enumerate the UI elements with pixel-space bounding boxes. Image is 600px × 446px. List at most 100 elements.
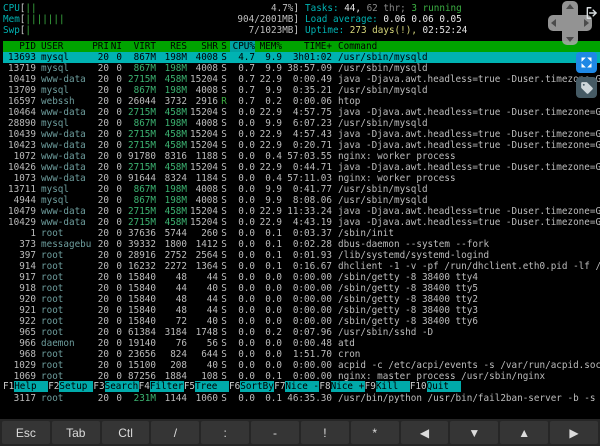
exit-session-button[interactable] (585, 5, 599, 19)
column-header-shr[interactable]: SHR (187, 41, 218, 52)
key-arrow-down[interactable]: ▼ (450, 421, 499, 444)
process-row[interactable]: 28890 mysql 20 0 867M 198M 4008 S 0.0 9.9 6:07.23 /… (3, 118, 600, 129)
fkey-number: F7 (274, 381, 286, 392)
cell-res: 198M (164, 195, 187, 206)
process-row[interactable]: 918 root 20 0 15840 44 40 S 0.0 0.0 0:00.00/sbin/g… (3, 283, 600, 294)
process-row[interactable]: 1 root 20 0 37636 5744 260 S 0.0 0.1 0:03.37/sbin/… (3, 228, 600, 239)
dpad-down-icon[interactable] (566, 37, 574, 42)
process-row[interactable]: 10426 www-data 20 0 2715M 458M 15204 S 0.0 22.9 0:… (3, 162, 600, 173)
process-row[interactable]: 1029 root 20 0 15100 208 40 S 0.0 0.0 0:00.00 acpid… (3, 360, 600, 371)
process-row[interactable]: 10429 www-data 20 0 2715M 458M 15204 S 0.0 22.9 4:… (3, 217, 600, 228)
fkey-search[interactable]: F3 Search (93, 381, 139, 392)
key-esc[interactable]: Esc (2, 421, 50, 444)
process-row[interactable]: 1073 www-data 20 0 91644 8324 1184 S 0.0 0.4 57:11… (3, 173, 600, 184)
key-slash[interactable]: / (151, 421, 200, 444)
column-header-pri[interactable]: PRI (92, 41, 109, 52)
column-header-ni[interactable]: NI (109, 41, 122, 52)
key-colon[interactable]: : (201, 421, 250, 444)
process-row[interactable]: 920 root 20 0 15840 48 44 S 0.0 0.0 0:00.00/sbin/g… (3, 294, 600, 305)
cell-st: S (221, 151, 227, 162)
process-row[interactable]: 10423 www-data 20 0 2715M 458M 15204 S 0.0 22.9 0:… (3, 140, 600, 151)
column-header-st[interactable]: S (218, 41, 230, 52)
fkey-nice-+[interactable]: F8 Nice + (319, 381, 365, 392)
cell-time: 0:35.21 (292, 85, 332, 96)
cell-pid: 968 (19, 349, 36, 360)
process-row[interactable]: 966 daemon 20 0 19140 76 56 S 0.0 0.0 0:00.48 atd (3, 338, 600, 349)
cell-mem: 9.9 (265, 52, 282, 63)
cell-mem: 0.2 (265, 96, 282, 107)
cell-shr: 1188 (195, 151, 218, 162)
fkey-help[interactable]: F1 Help (3, 381, 49, 392)
cell-res: 2752 (164, 250, 187, 261)
cell-user: www-data (41, 173, 86, 184)
key-tab[interactable]: Tab (51, 421, 100, 444)
dpad-left-icon[interactable] (551, 19, 556, 27)
cell-shr: 4008 (195, 85, 218, 96)
fkey-sortby[interactable]: F6 SortBy (229, 381, 275, 392)
process-row[interactable]: 397 root 20 0 28916 2752 2564 S 0.0 0.1 0:01.93/li… (3, 250, 600, 261)
cpu-meter-pipes: || (25, 3, 37, 14)
fkey-filter[interactable]: F4 Filter (139, 381, 184, 392)
column-header-mem[interactable]: MEM% (255, 41, 282, 52)
fkey-quit[interactable]: F10 Quit (410, 381, 461, 392)
cell-st: S (221, 250, 227, 261)
cell-res: 208 (170, 360, 187, 371)
tag-button[interactable] (576, 77, 597, 98)
cell-cmd: dhclient -1 -v -pf /run/dhclient.eth0.pi… (338, 261, 600, 272)
process-row[interactable]: 13719 mysql 20 0 867M 198M 4008 S 0.7 9.9 38:57.09… (3, 63, 600, 74)
cell-ni: 0 (116, 250, 122, 261)
cell-cpu: 0.0 (238, 316, 255, 327)
column-header-user[interactable]: USER (36, 41, 92, 52)
process-row[interactable]: 922 root 20 0 15840 72 40 S 0.0 0.0 0:00.00/sbin/g… (3, 316, 600, 327)
key-ctl[interactable]: Ctl (101, 421, 150, 444)
process-row[interactable]: 917 root 20 0 15840 48 44 S 0.0 0.0 0:00.00/sbin/g… (3, 272, 600, 283)
process-row[interactable]: 13709 mysql 20 0 867M 198M 4008 S 0.7 9.9 0:35.21 /… (3, 85, 600, 96)
key-minus[interactable]: - (251, 421, 299, 444)
column-header-pid[interactable]: PID (3, 41, 36, 52)
cell-time: 0:00.00 (292, 305, 332, 316)
fkey-nice-[interactable]: F7 Nice - (274, 381, 320, 392)
column-header-time[interactable]: TIME+ (282, 41, 332, 52)
process-row[interactable]: 10419 www-data 20 0 2715M 458M 15204 S 0.7 22.9 0:… (3, 74, 600, 85)
column-header-res[interactable]: RES (156, 41, 187, 52)
fkey-setup[interactable]: F2 Setup (48, 381, 94, 392)
cell-pri: 20 (97, 96, 109, 107)
process-row[interactable]: 10464 www-data 20 0 2715M 458M 15204 S 0.0 22.9 4:… (3, 107, 600, 118)
cell-time: 0:20.71 (292, 140, 332, 151)
process-row[interactable]: 10439 www-data 20 0 2715M 458M 15204 S 0.0 22.9 4:… (3, 129, 600, 140)
cell-cpu: 0.0 (238, 393, 255, 404)
cell-shr: 4008 (195, 184, 218, 195)
cell-cpu: 0.0 (238, 184, 255, 195)
cell-shr: 15204 (190, 206, 218, 217)
process-row[interactable]: 914 root 20 0 16232 2272 1364 S 0.0 0.1 0:16.67 dhc… (3, 261, 600, 272)
fkey-tree[interactable]: F5 Tree (184, 381, 230, 392)
column-header-virt[interactable]: VIRT (122, 41, 156, 52)
resize-terminal-button[interactable] (576, 52, 597, 73)
process-row[interactable]: 3117 root 20 0 231M 1144 1060 S 0.0 0.1 46:35.30/u… (3, 393, 600, 404)
key-arrow-up[interactable]: ▲ (500, 421, 549, 444)
process-row[interactable]: 965 root 20 0 61384 3184 1748 S 0.0 0.2 0:07.96/us… (3, 327, 600, 338)
process-row[interactable]: 13711 mysql 20 0 867M 198M 4008 S 0.0 9.9 0:41.77 /… (3, 184, 600, 195)
process-row[interactable]: 373 messagebu 20 0 39332 1800 1412 S 0.0 0.1 0:02.… (3, 239, 600, 250)
process-row[interactable]: 4944 mysql 20 0 867M 198M 4008 S 0.0 9.9 8:08.06/u… (3, 195, 600, 206)
process-row[interactable]: 921 root 20 0 15840 48 44 S 0.0 0.0 0:00.00/sbin/g… (3, 305, 600, 316)
column-header-cpu[interactable]: CPU% (230, 41, 255, 52)
dpad-right-icon[interactable] (584, 19, 589, 27)
cell-virt: 23656 (128, 349, 156, 360)
dpad-up-icon[interactable] (566, 4, 574, 9)
cell-time: 0:00.00 (292, 283, 332, 294)
cell-pid: 914 (19, 261, 36, 272)
process-row[interactable]: 968 root 20 0 23656 824 644 S 0.0 0.0 1:51.70 cron (3, 349, 600, 360)
tasks-count: 44, (344, 3, 367, 14)
cell-cpu: 0.0 (238, 294, 255, 305)
key-arrow-left[interactable]: ◀ (400, 421, 449, 444)
key-exclamation[interactable]: ! (300, 421, 349, 444)
process-row[interactable]: 10479 www-data 20 0 2715M 458M 15204 S 0.0 22.9 11… (3, 206, 600, 217)
process-row[interactable]: 16597 webssh 20 0 26044 3732 2916 R 0.7 0.2 0:00.0… (3, 96, 600, 107)
key-asterisk[interactable]: * (350, 421, 399, 444)
key-arrow-right[interactable]: ▶ (550, 421, 598, 444)
htop-header: CPU[|| 4.7%] Mem[||||||| 904/2001MB] Swp[|… (3, 3, 600, 36)
process-row[interactable]: 1072 www-data 20 0 91780 8316 1188 S 0.0 0.4 57:03… (3, 151, 600, 162)
process-row[interactable]: 13693 mysql 20 0 867M 198M 4008 S 4.7 9.9 3h01:02 /… (3, 52, 600, 63)
fkey-kill[interactable]: F9 Kill (365, 381, 410, 392)
